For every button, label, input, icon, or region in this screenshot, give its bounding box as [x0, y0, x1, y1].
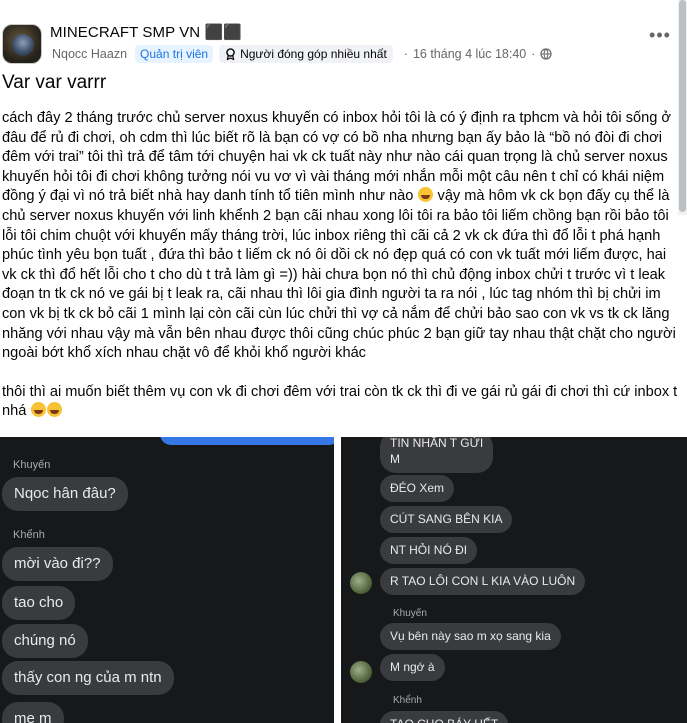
chat-bubble: NT HỎI NÓ ĐI [380, 537, 478, 564]
top-contributor-badge[interactable]: Người đóng góp nhiều nhất [219, 45, 393, 63]
post-paragraph-1: cách đây 2 tháng trước chủ server noxus … [2, 109, 678, 364]
chat-bubble: TAO CHO BÁY HẾT [380, 711, 509, 723]
chat-bubble: R TAO LÔI CON L KIA VÀO LUÔN [380, 568, 586, 595]
meta-separator-2: · [531, 47, 536, 61]
sender-name: Khểnh [13, 529, 45, 541]
sender-name: Khểnh [393, 695, 422, 706]
globe-icon[interactable] [540, 48, 553, 60]
scrollbar[interactable] [678, 0, 687, 215]
chat-bubble: ĐÉO Xem [380, 475, 455, 502]
chat-bubble: me m [2, 702, 64, 723]
contributor-icon [226, 48, 235, 60]
post-paragraph-1-part-b: vậy mà hôm vk ck bọn đấy cụ thể là chủ s… [2, 188, 676, 362]
post-paragraph-2-text: thôi thì ai muốn biết thêm vụ con vk đi … [2, 383, 678, 420]
post-paragraph-2: thôi thì ai muốn biết thêm vụ con vk đi … [2, 383, 678, 422]
author-avatar[interactable] [12, 34, 34, 56]
chat-bubble: Nqoc hân đâu? [2, 477, 128, 511]
sender-name: Khuyến [393, 608, 427, 619]
attached-images: Khuyến Nqoc hân đâu? Khểnh mời vào đi?? … [0, 437, 687, 723]
chat-screenshot-right[interactable]: TIN NHẮN T GỬI M ĐÉO Xem CÚT SANG BÊN KI… [341, 437, 687, 723]
meta-separator: · [403, 47, 408, 61]
chat-screenshot-left[interactable]: Khuyến Nqoc hân đâu? Khểnh mời vào đi?? … [0, 437, 334, 723]
sender-name: Khuyến [13, 459, 51, 471]
rolling-laughing-emoji-icon [418, 187, 434, 203]
post-body: cách đây 2 tháng trước chủ server noxus … [2, 109, 678, 441]
chat-bubble: thấy con ng của m ntn [2, 661, 174, 695]
chat-bubble: mời vào đi?? [2, 547, 113, 581]
group-name-link[interactable]: MINECRAFT SMP VN ⬛⬛ [50, 23, 242, 41]
contact-avatar [350, 661, 372, 683]
chat-bubble: Vụ bên này sao m xọ sang kia [380, 623, 561, 650]
chat-bubble: M ngớ à [380, 654, 445, 681]
post-header: MINECRAFT SMP VN ⬛⬛ Nqocc Haazn Quản trị… [0, 18, 687, 70]
rolling-laughing-emoji-icon [47, 402, 63, 418]
post-title: Var var varrr [2, 72, 107, 93]
chat-bubble: CÚT SANG BÊN KIA [380, 506, 513, 533]
author-name-link[interactable]: Nqocc Haazn [52, 47, 127, 61]
contributor-badge-label: Người đóng góp nhiều nhất [240, 47, 387, 61]
group-avatar[interactable] [2, 24, 42, 64]
outgoing-message-bubble [160, 437, 334, 445]
contact-avatar [350, 572, 372, 594]
chat-bubble: tao cho [2, 586, 76, 620]
chat-bubble: chúng nó [2, 624, 88, 658]
admin-badge[interactable]: Quản trị viên [135, 45, 214, 63]
more-options-icon[interactable]: ••• [648, 26, 672, 48]
post-timestamp[interactable]: 16 tháng 4 lúc 18:40 [413, 47, 526, 61]
chat-bubble: TIN NHẮN T GỬI M [380, 437, 494, 473]
post-meta: Nqocc Haazn Quản trị viên Người đóng góp… [52, 45, 553, 63]
scrollbar-thumb[interactable] [679, 0, 686, 212]
rolling-laughing-emoji-icon [31, 402, 47, 418]
